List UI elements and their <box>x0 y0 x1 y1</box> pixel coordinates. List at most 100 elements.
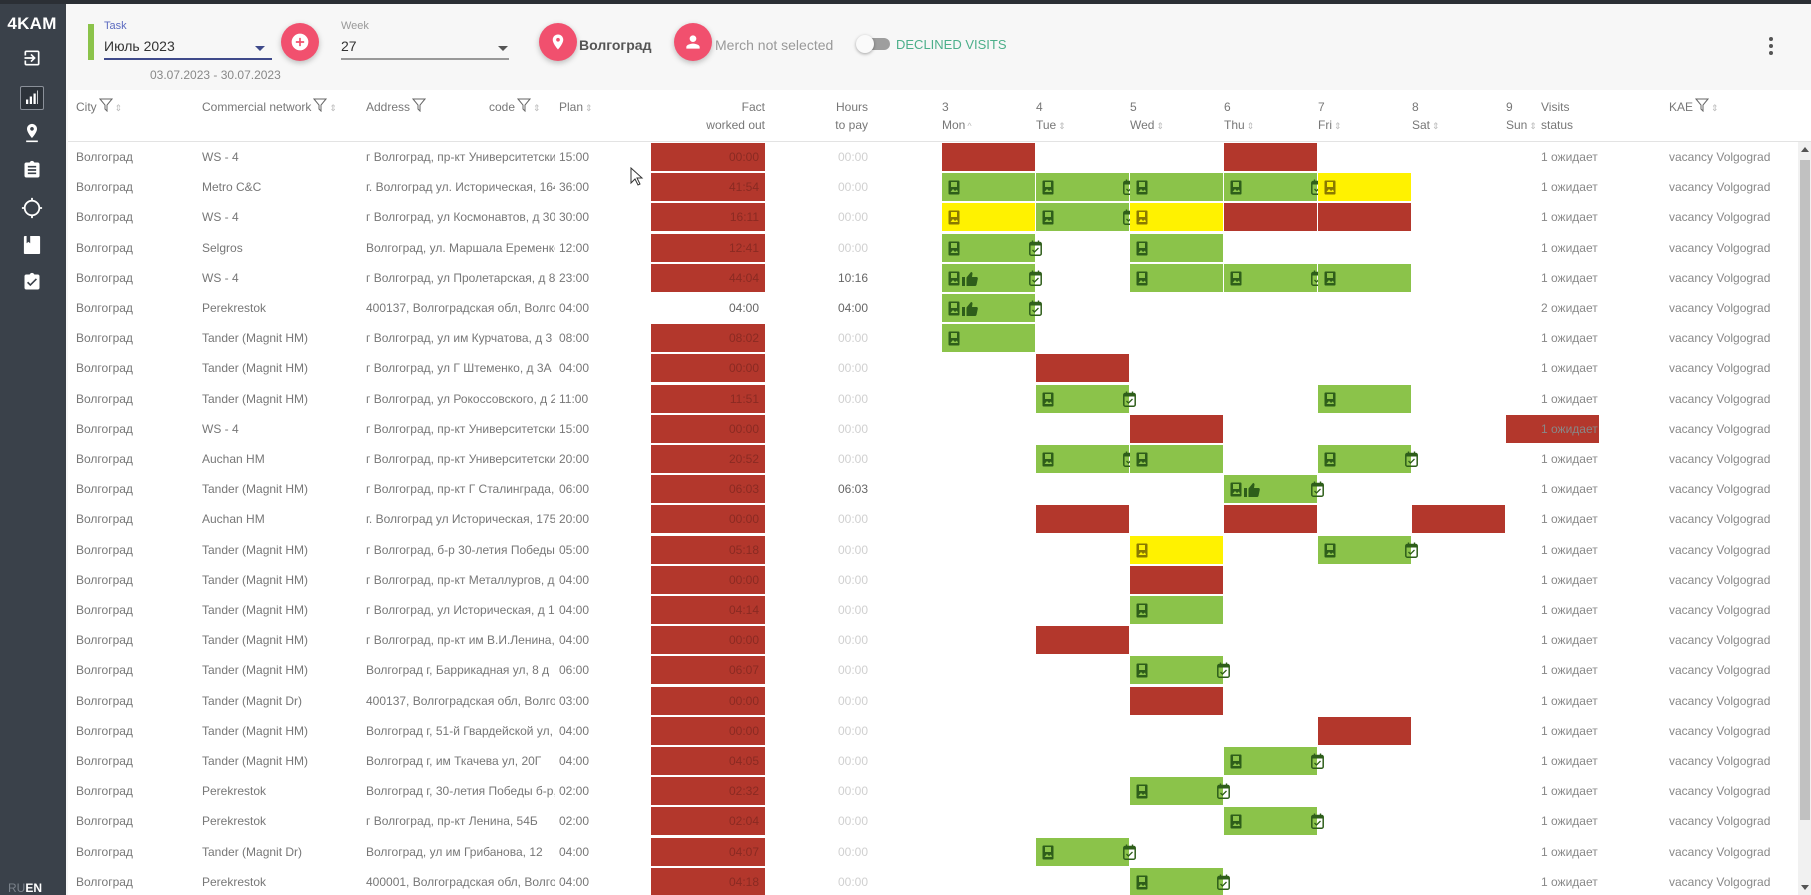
scroll-down-icon[interactable] <box>1801 885 1809 890</box>
photo-report-icon[interactable] <box>1324 452 1336 467</box>
table-row[interactable]: Волгоград Selgros Волгоград, ул. Маршала Е… <box>68 233 1793 263</box>
photo-report-icon[interactable] <box>1230 271 1242 286</box>
col-plan[interactable]: Plan ⇕ <box>559 98 593 117</box>
day-cell-thu[interactable] <box>1224 505 1317 534</box>
col-day-tue[interactable]: 4 Tue ⇕ <box>1036 98 1066 135</box>
lang-en[interactable]: EN <box>25 881 42 895</box>
table-row[interactable]: Волгоград Metro C&C г. Волгоград ул. Истор… <box>68 172 1793 202</box>
calendar-check-icon[interactable] <box>1029 270 1042 286</box>
thumbs-up-icon[interactable] <box>962 301 978 316</box>
day-cell-thu[interactable] <box>1224 807 1324 836</box>
day-cell-tue[interactable] <box>1036 505 1129 534</box>
col-day-mon[interactable]: 3 Mon ^ <box>942 98 972 135</box>
filter-icon[interactable] <box>411 98 427 117</box>
day-cell-wed[interactable] <box>1130 203 1223 232</box>
table-row[interactable]: Волгоград Tander (Magnit HM) Волгоград г, … <box>68 746 1793 776</box>
day-cell-mon[interactable] <box>942 203 1035 232</box>
lang-ru[interactable]: RU <box>8 881 25 895</box>
photo-report-icon[interactable] <box>1136 241 1148 256</box>
day-cell-wed[interactable] <box>1130 445 1223 473</box>
scroll-up-icon[interactable] <box>1801 147 1809 152</box>
calendar-check-icon[interactable] <box>1311 481 1324 498</box>
calendar-check-icon[interactable] <box>1123 844 1136 860</box>
table-row[interactable]: Волгоград Tander (Magnit HM) Волгоград г, … <box>68 655 1793 685</box>
table-row[interactable]: Волгоград Tander (Magnit HM) г Волгоград, … <box>68 353 1793 383</box>
day-cell-wed[interactable] <box>1130 656 1230 685</box>
day-cell-tue[interactable] <box>1036 626 1129 655</box>
day-cell-tue[interactable] <box>1036 445 1136 473</box>
table-row[interactable]: Волгоград Tander (Magnit HM) г Волгоград, … <box>68 625 1793 655</box>
photo-report-icon[interactable] <box>1136 603 1148 618</box>
photo-report-icon[interactable] <box>948 331 960 346</box>
day-cell-fri[interactable] <box>1318 535 1418 564</box>
table-row[interactable]: Волгоград Tander (Magnit HM) г Волгоград, … <box>68 323 1793 353</box>
day-cell-fri[interactable] <box>1318 203 1411 232</box>
assignment-check-icon[interactable] <box>20 270 44 294</box>
book-icon[interactable] <box>20 233 44 257</box>
table-row[interactable]: Волгоград WS - 4 г Волгоград, ул Космонавт… <box>68 202 1793 232</box>
photo-report-icon[interactable] <box>1136 784 1148 799</box>
day-cell-tue[interactable] <box>1036 837 1136 866</box>
declined-visits-label[interactable]: DECLINED VISITS <box>896 37 1007 52</box>
day-cell-thu[interactable] <box>1224 173 1324 202</box>
filter-icon[interactable] <box>98 98 113 117</box>
table-row[interactable]: Волгоград Perekrestok г Волгоград, пр-кт Л… <box>68 806 1793 836</box>
photo-report-icon[interactable] <box>1042 845 1054 860</box>
assignment-icon[interactable] <box>20 158 44 182</box>
day-cell-mon[interactable] <box>942 294 1042 322</box>
merch-button[interactable] <box>674 23 712 61</box>
table-row[interactable]: Волгоград Perekrestok 400137, Волгоградска… <box>68 293 1793 323</box>
col-day-thu[interactable]: 6 Thu ⇕ <box>1224 98 1254 135</box>
login-icon[interactable] <box>20 46 44 70</box>
photo-report-icon[interactable] <box>1230 482 1242 497</box>
photo-report-icon[interactable] <box>1230 180 1242 195</box>
day-cell-wed[interactable] <box>1130 173 1223 202</box>
day-cell-wed[interactable] <box>1130 263 1223 292</box>
filter-icon[interactable] <box>313 98 328 117</box>
sort-icon[interactable]: ⇕ <box>329 103 337 113</box>
sort-icon[interactable]: ⇕ <box>585 103 593 113</box>
col-kae[interactable]: KAE ⇕ <box>1669 98 1719 117</box>
week-dropdown-arrow-icon[interactable] <box>498 46 508 51</box>
day-cell-mon[interactable] <box>942 143 1035 171</box>
table-row[interactable]: Волгоград WS - 4 г Волгоград, пр-кт Универ… <box>68 142 1793 172</box>
task-value[interactable]: Июль 2023 <box>104 38 175 54</box>
col-city[interactable]: City ⇕ <box>76 98 122 117</box>
calendar-check-icon[interactable] <box>1311 753 1324 769</box>
day-cell-sat[interactable] <box>1412 505 1505 534</box>
table-row[interactable]: Волгоград Tander (Magnit Dr) Волгоград, ул… <box>68 837 1793 867</box>
photo-report-icon[interactable] <box>948 210 960 225</box>
day-cell-wed[interactable] <box>1130 686 1223 715</box>
day-cell-wed[interactable] <box>1130 414 1223 443</box>
thumbs-up-icon[interactable] <box>1244 482 1260 498</box>
day-cell-thu[interactable] <box>1224 263 1324 292</box>
day-cell-thu[interactable] <box>1224 475 1324 504</box>
sort-icon[interactable]: ⇕ <box>115 103 123 113</box>
day-cell-fri[interactable] <box>1318 445 1418 473</box>
day-cell-mon[interactable] <box>942 324 1035 353</box>
sort-icon[interactable]: ⇕ <box>533 103 541 113</box>
sort-icon[interactable]: ⇕ <box>1432 121 1440 131</box>
sort-icon[interactable]: ^ <box>967 121 971 131</box>
scrollbar-thumb[interactable] <box>1800 160 1810 820</box>
week-value[interactable]: 27 <box>341 38 357 54</box>
table-row[interactable]: Волгоград Tander (Magnit Dr) 400137, Волго… <box>68 686 1793 716</box>
day-cell-fri[interactable] <box>1318 384 1411 413</box>
photo-report-icon[interactable] <box>1042 210 1054 225</box>
col-day-fri[interactable]: 7 Fri ⇕ <box>1318 98 1342 135</box>
day-cell-mon[interactable] <box>942 263 1042 292</box>
day-cell-tue[interactable] <box>1036 173 1136 202</box>
day-cell-fri[interactable] <box>1318 716 1411 745</box>
photo-report-icon[interactable] <box>948 241 960 256</box>
day-cell-mon[interactable] <box>942 173 1035 202</box>
day-cell-thu[interactable] <box>1224 747 1324 775</box>
photo-report-icon[interactable] <box>1230 814 1242 829</box>
photo-report-icon[interactable] <box>1324 543 1336 558</box>
photo-report-icon[interactable] <box>1042 180 1054 195</box>
photo-report-icon[interactable] <box>1136 543 1148 558</box>
photo-report-icon[interactable] <box>1136 875 1148 890</box>
photo-report-icon[interactable] <box>1042 392 1054 407</box>
add-task-button[interactable] <box>281 23 319 61</box>
col-day-wed[interactable]: 5 Wed ⇕ <box>1130 98 1164 135</box>
col-day-sat[interactable]: 8 Sat ⇕ <box>1412 98 1440 135</box>
